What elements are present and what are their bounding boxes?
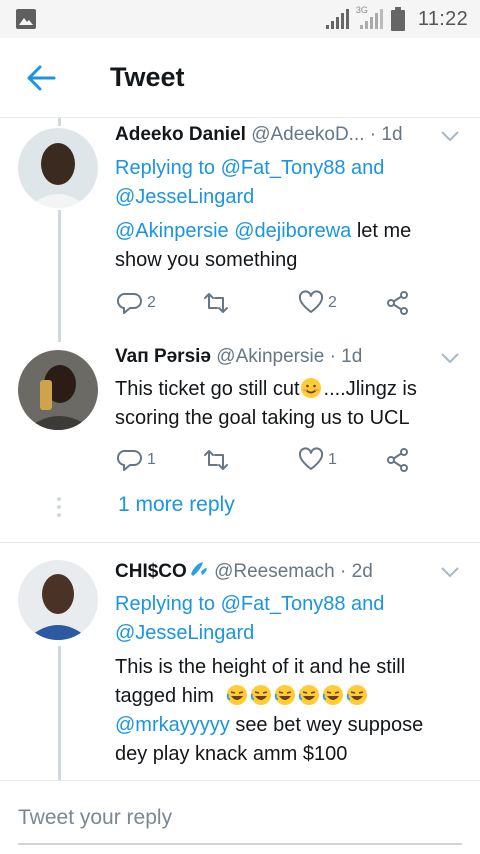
reply-button[interactable]: 2 xyxy=(117,288,156,318)
author-handle[interactable]: @Reesemach xyxy=(214,561,335,582)
tweet-text-segment: tagged him xyxy=(115,685,214,707)
tweet-actions: 1 1 xyxy=(115,445,425,475)
reply-target-link[interactable]: @Fat_Tony88 xyxy=(221,593,346,615)
laughing-emoji-icon xyxy=(346,685,367,705)
like-count: 1 xyxy=(328,451,337,468)
status-icons: 3G 11:22 xyxy=(324,5,468,33)
chevron-down-icon[interactable] xyxy=(440,130,460,142)
tweet-text: @Akinpersie @dejiborewa let me show you … xyxy=(115,217,411,275)
emoji-row xyxy=(226,685,370,707)
status-bar: 3G 11:22 xyxy=(0,0,480,38)
tweet-author-line: Adeeko Daniel @AdeekoD... · 1d xyxy=(115,124,403,146)
divider xyxy=(0,542,480,543)
replying-and: and xyxy=(351,593,385,615)
laughing-emoji-icon xyxy=(298,685,319,705)
author-handle[interactable]: @Akinpersie xyxy=(216,346,324,367)
replying-to: Replying to @Fat_Tony88 and @JesseLingar… xyxy=(115,154,384,212)
network-3g-signal: 3G xyxy=(354,5,386,30)
image-icon xyxy=(16,9,36,29)
laughing-emoji-icon xyxy=(322,685,343,705)
laughing-emoji-icon xyxy=(274,685,295,705)
network-label: 3G xyxy=(355,5,368,15)
replying-and: and xyxy=(351,157,385,179)
reply-icon xyxy=(117,449,142,471)
tweet-text: This ticket go still cut ....Jlingz is sc… xyxy=(115,375,417,433)
share-button[interactable] xyxy=(385,288,411,318)
replying-prefix: Replying to xyxy=(115,157,216,179)
like-button[interactable]: 1 xyxy=(298,445,337,475)
author-name[interactable]: CHI$CO xyxy=(115,561,187,582)
thread-line xyxy=(58,210,61,342)
reply-bar xyxy=(0,780,480,854)
author-name[interactable]: Adeeko Daniel xyxy=(115,124,246,145)
reply-target-link[interactable]: @Fat_Tony88 xyxy=(221,157,346,179)
avatar[interactable] xyxy=(18,350,98,430)
thread-line xyxy=(58,118,61,126)
tweet-time: · 1d xyxy=(369,124,403,145)
like-icon xyxy=(298,447,324,470)
share-button[interactable] xyxy=(385,445,411,475)
back-arrow-icon[interactable] xyxy=(26,64,56,92)
more-replies-link[interactable]: 1 more reply xyxy=(118,493,235,517)
tweet-text-segment: dey play knack amm $100 xyxy=(115,743,348,765)
mention-link[interactable]: @mrkayyyyy xyxy=(115,714,230,736)
author-handle[interactable]: @AdeekoD... xyxy=(251,124,364,145)
reply-count: 1 xyxy=(147,451,156,468)
battery-icon xyxy=(390,7,405,31)
like-icon xyxy=(298,290,324,313)
tweet-text-segment: see bet wey suppose xyxy=(235,714,424,736)
signal-icon xyxy=(325,9,349,29)
chevron-down-icon[interactable] xyxy=(440,566,460,578)
tweet-text-segment: scoring the goal taking us to UCL xyxy=(115,407,410,429)
tweet-text: This is the height of it and he still ta… xyxy=(115,653,423,769)
retweet-icon xyxy=(204,450,228,470)
tweet-text-segment: let me xyxy=(356,220,412,242)
thread-line xyxy=(58,646,61,780)
water-drop-icon xyxy=(190,562,207,576)
mention-link[interactable]: @dejiborewa xyxy=(234,220,351,242)
tweet-text-segment: ....Jlingz is xyxy=(323,378,417,400)
avatar[interactable] xyxy=(18,128,98,208)
replying-prefix: Replying to xyxy=(115,593,216,615)
tweet-text-segment: This is the height of it and he still xyxy=(115,656,406,678)
like-button[interactable]: 2 xyxy=(298,288,337,318)
retweet-icon xyxy=(204,293,228,313)
laughing-emoji-icon xyxy=(250,685,271,705)
author-name[interactable]: Vaп Pərsiə xyxy=(115,346,211,367)
tweet-author-line: CHI$CO @Reesemach · 2d xyxy=(115,560,373,583)
tweet-author-line: Vaп Pərsiə @Akinpersie · 1d xyxy=(115,346,362,368)
tweet-text-segment: This ticket go still cut xyxy=(115,378,300,400)
share-icon xyxy=(387,448,408,472)
share-icon xyxy=(387,291,408,315)
avatar[interactable] xyxy=(18,560,98,640)
chevron-down-icon[interactable] xyxy=(440,352,460,364)
replying-to: Replying to @Fat_Tony88 and @JesseLingar… xyxy=(115,590,384,648)
retweet-button[interactable] xyxy=(203,288,229,318)
like-count: 2 xyxy=(328,294,337,311)
reply-count: 2 xyxy=(147,294,156,311)
laughing-emoji-icon xyxy=(226,685,247,705)
reply-button[interactable]: 1 xyxy=(117,445,156,475)
tweet-actions: 2 2 xyxy=(115,288,425,318)
reply-input[interactable] xyxy=(18,801,462,845)
more-replies-dots-icon xyxy=(57,497,61,517)
tweet-time: · 2d xyxy=(340,561,373,582)
mention-link[interactable]: @Akinpersie xyxy=(115,220,229,242)
reply-target-link[interactable]: @JesseLingard xyxy=(115,186,254,208)
app-header: Tweet xyxy=(0,38,480,118)
tweet-text-segment: show you something xyxy=(115,249,298,271)
tweet-time: · 1d xyxy=(329,346,363,367)
retweet-button[interactable] xyxy=(203,445,229,475)
smiling-emoji-icon xyxy=(300,378,321,398)
page-title: Tweet xyxy=(110,62,185,92)
reply-target-link[interactable]: @JesseLingard xyxy=(115,622,254,644)
clock: 11:22 xyxy=(417,7,468,30)
reply-icon xyxy=(117,292,142,314)
